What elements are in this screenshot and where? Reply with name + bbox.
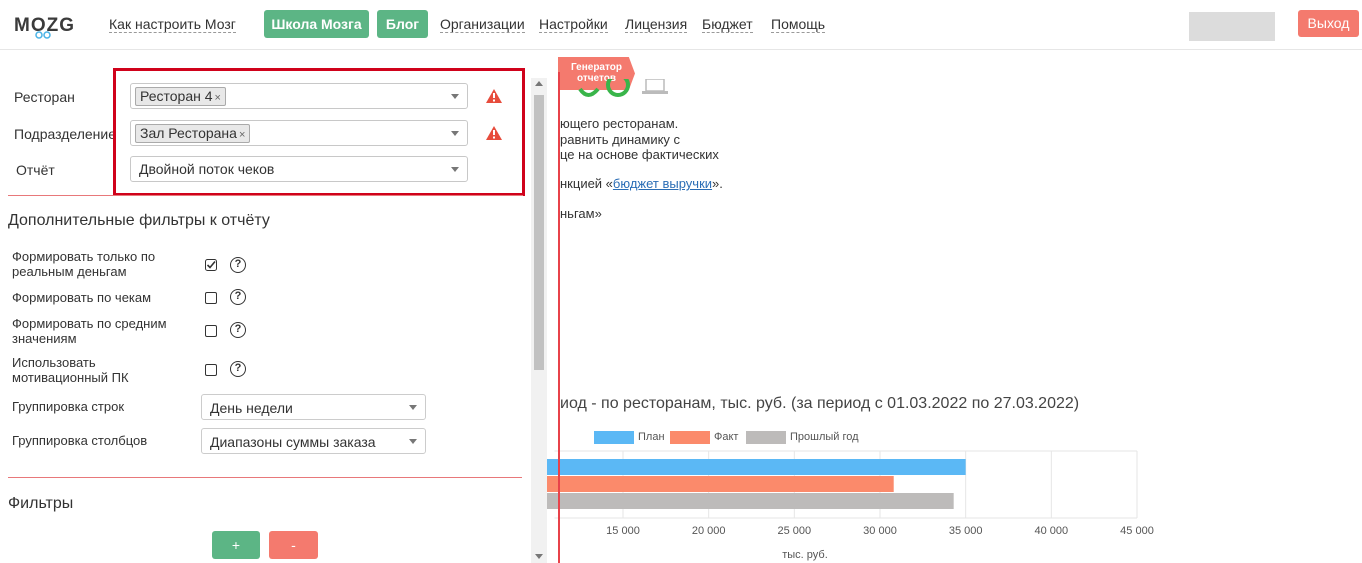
legend-plan-swatch	[594, 430, 634, 444]
chevron-down-icon	[409, 405, 417, 410]
exit-button[interactable]: Выход	[1298, 10, 1359, 37]
option-averages-label: Формировать по средним значениям	[12, 316, 167, 346]
option-motivation-checkbox[interactable]	[205, 364, 217, 376]
highlight-frame	[113, 68, 525, 196]
top-nav-bar: MOZG Как настроить Мозг Школа Мозга Блог…	[0, 0, 1362, 50]
nav-how-to-setup[interactable]: Как настроить Мозг	[109, 16, 236, 33]
row-grouping-label: Группировка строк	[12, 399, 125, 414]
nav-school-button[interactable]: Школа Мозга	[264, 10, 369, 38]
col-grouping-select[interactable]: Диапазоны суммы заказа	[201, 428, 426, 454]
chart-title: иод - по ресторанам, тыс. руб. (за перио…	[560, 395, 1080, 412]
restaurant-label: Ресторан	[14, 89, 75, 105]
help-icon[interactable]: ?	[230, 289, 246, 305]
row-grouping-value: День недели	[210, 400, 293, 416]
logo-fragment-icon	[578, 79, 668, 97]
report-settings-panel: Ресторан Ресторан 4 × Подразделение Зал Р…	[0, 61, 547, 563]
option-real-money-checkbox[interactable]	[205, 259, 217, 271]
chevron-down-icon	[409, 439, 417, 444]
option-by-checks-checkbox[interactable]	[205, 292, 217, 304]
report-label: Отчёт	[16, 162, 55, 178]
nav-blog-button[interactable]: Блог	[377, 10, 428, 38]
legend-fact-label: Факт	[714, 431, 739, 443]
x-tick-label: 20 000	[692, 525, 726, 537]
col-grouping-value: Диапазоны суммы заказа	[210, 434, 376, 450]
nav-license[interactable]: Лицензия	[625, 16, 688, 33]
extra-filters-title: Дополнительные фильтры к отчёту	[8, 212, 270, 229]
description-line-1: ющего ресторанам.	[560, 116, 679, 131]
nav-help[interactable]: Помощь	[771, 16, 826, 33]
panel-edge-line	[558, 72, 560, 563]
description-line-4: ньгам»	[560, 206, 602, 221]
option-averages-checkbox[interactable]	[205, 325, 217, 337]
help-icon[interactable]: ?	[230, 257, 246, 273]
legend-fact[interactable]: Факт	[670, 430, 738, 444]
x-tick-label: 25 000	[778, 525, 812, 537]
legend-last-year[interactable]: Прошлый год	[746, 430, 859, 444]
x-tick-label: 35 000	[949, 525, 983, 537]
scroll-up-icon[interactable]	[535, 81, 543, 86]
legend-last-year-label: Прошлый год	[790, 431, 859, 443]
scroll-thumb[interactable]	[534, 95, 544, 370]
col-grouping-label: Группировка столбцов	[12, 433, 148, 448]
scroll-down-icon[interactable]	[535, 554, 543, 559]
legend-fact-swatch	[670, 430, 710, 444]
x-tick-label: 40 000	[1035, 525, 1069, 537]
bar-1	[540, 476, 894, 492]
budget-link-suffix: ».	[712, 176, 723, 191]
x-tick-label: 30 000	[863, 525, 897, 537]
description-line-2: равнить динамику с	[560, 132, 681, 147]
budget-link-prefix: нкцией «	[560, 176, 613, 191]
x-tick-label: 45 000	[1120, 525, 1154, 537]
option-motivation-label: Использовать мотивационный ПК	[12, 355, 129, 385]
budget-link-line: нкцией «бюджет выручки».	[560, 176, 723, 191]
nav-budget[interactable]: Бюджет	[702, 16, 753, 33]
x-axis-label: тыс. руб.	[782, 549, 828, 561]
budget-revenue-link[interactable]: бюджет выручки	[613, 176, 712, 191]
legend-plan[interactable]: План	[594, 430, 665, 444]
remove-filter-button[interactable]: -	[269, 531, 318, 559]
legend-last-year-swatch	[746, 430, 786, 444]
legend-plan-label: План	[638, 431, 665, 443]
nav-settings[interactable]: Настройки	[539, 16, 608, 33]
department-label: Подразделение	[14, 126, 117, 142]
bar-2	[540, 493, 954, 509]
panel-scrollbar[interactable]	[531, 78, 547, 563]
user-info-placeholder[interactable]	[1189, 12, 1275, 41]
divider	[8, 195, 523, 196]
bar-0	[540, 459, 966, 475]
x-tick-label: 15 000	[606, 525, 640, 537]
mozg-logo[interactable]: MOZG	[14, 9, 74, 41]
nav-organizations[interactable]: Организации	[440, 16, 525, 33]
bar-chart: 15 000 20 000 25 000 30 000 35 000 40 000 45 0…	[540, 450, 1154, 561]
row-grouping-select[interactable]: День недели	[201, 394, 426, 420]
option-by-checks-label: Формировать по чекам	[12, 290, 152, 305]
description-line-3: це на основе фактических	[560, 147, 719, 162]
add-filter-button[interactable]: +	[212, 531, 260, 559]
help-icon[interactable]: ?	[230, 361, 246, 377]
help-icon[interactable]: ?	[230, 322, 246, 338]
divider	[8, 477, 522, 478]
filters-title: Фильтры	[8, 495, 74, 512]
option-real-money-label: Формировать только по реальным деньгам	[12, 249, 156, 279]
